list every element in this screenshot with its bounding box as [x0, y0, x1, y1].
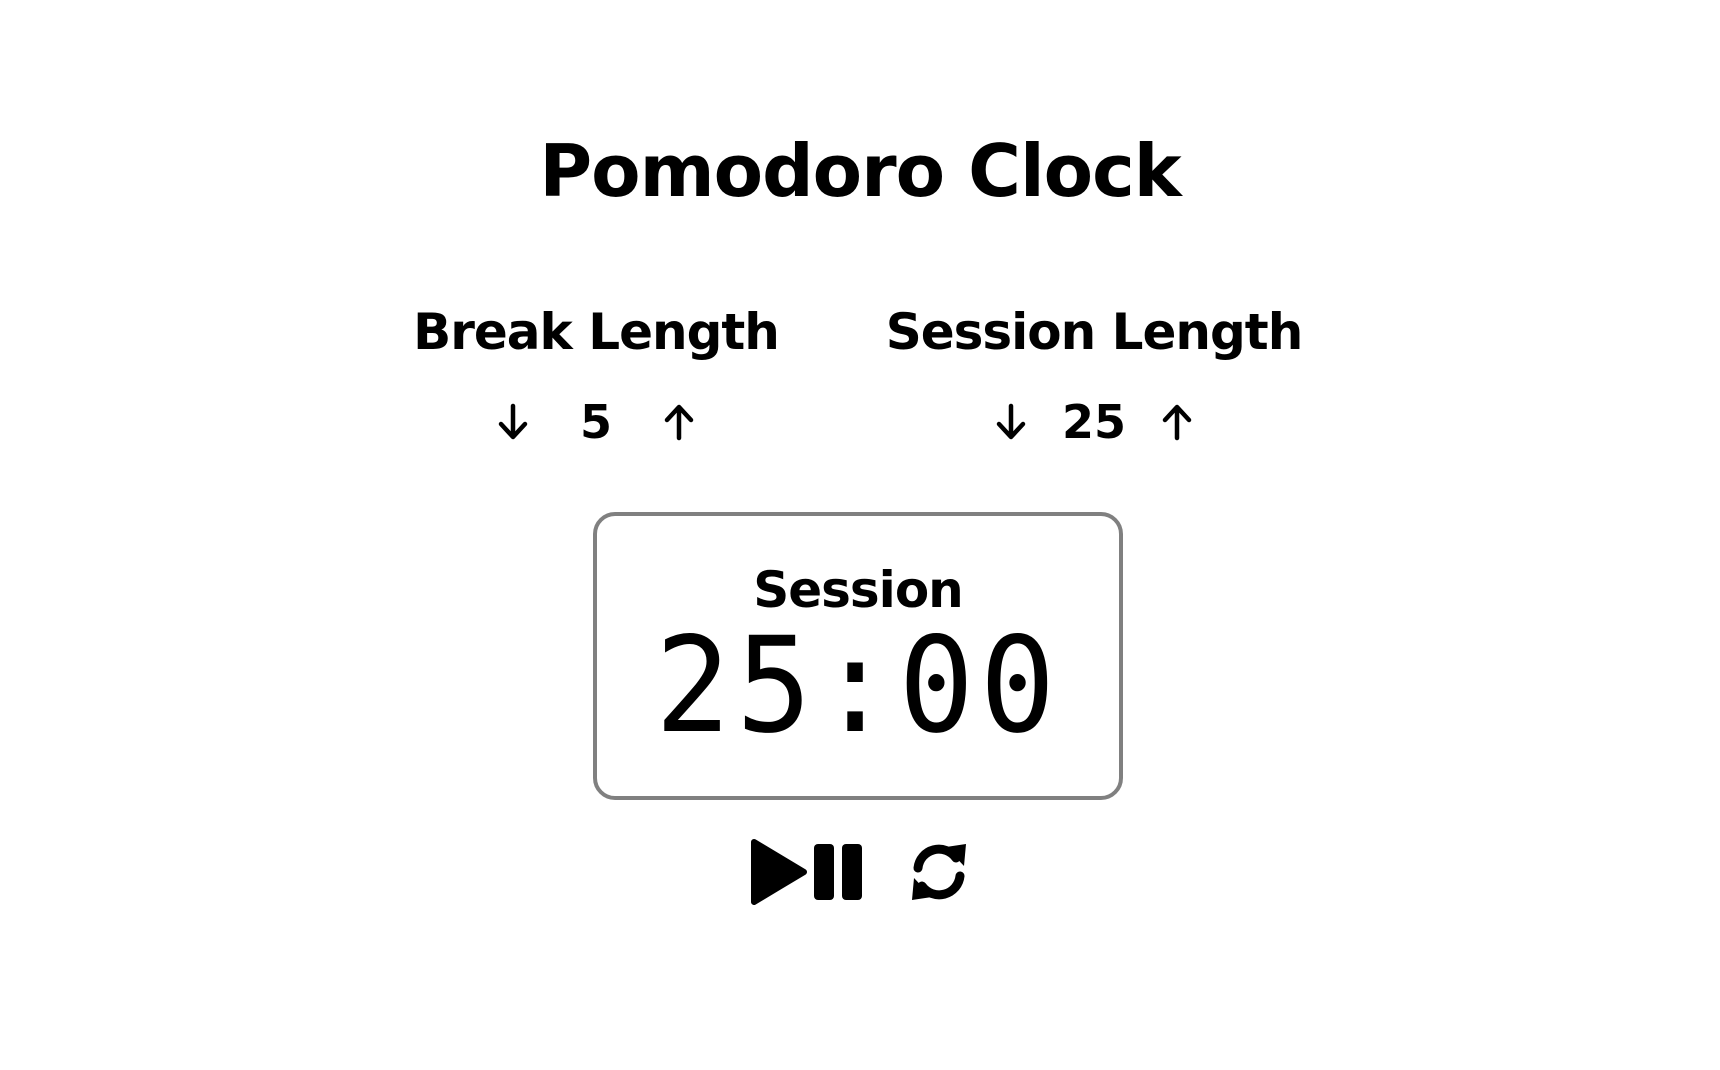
timer-controls	[0, 838, 1720, 906]
arrow-up-icon	[664, 404, 694, 441]
session-increment-button[interactable]	[1154, 397, 1200, 447]
arrow-down-icon	[996, 403, 1026, 440]
session-stepper: 25	[874, 394, 1314, 450]
break-stepper: 5	[376, 394, 816, 450]
arrow-down-icon	[498, 403, 528, 440]
play-pause-icon	[751, 839, 862, 905]
break-increment-button[interactable]	[656, 397, 702, 447]
session-label: Session Length	[885, 303, 1304, 361]
break-decrement-button[interactable]	[490, 397, 536, 447]
session-decrement-button[interactable]	[988, 397, 1034, 447]
session-control: Session Length 25	[874, 300, 1314, 450]
break-length-value: 5	[579, 395, 612, 449]
page-title: Pomodoro Clock	[539, 129, 1181, 213]
pomodoro-app: Pomodoro Clock Break Length 5 Session Le…	[0, 0, 1720, 1070]
arrow-up-icon	[1162, 404, 1192, 441]
time-left: 25:00	[654, 609, 1061, 763]
refresh-icon	[912, 844, 966, 900]
break-label: Break Length	[413, 303, 780, 361]
start-stop-button[interactable]	[748, 838, 866, 906]
reset-button[interactable]	[906, 838, 972, 906]
session-length-value: 25	[1061, 395, 1126, 449]
timer-display: Session 25:00	[593, 512, 1123, 800]
break-control: Break Length 5	[376, 300, 816, 450]
